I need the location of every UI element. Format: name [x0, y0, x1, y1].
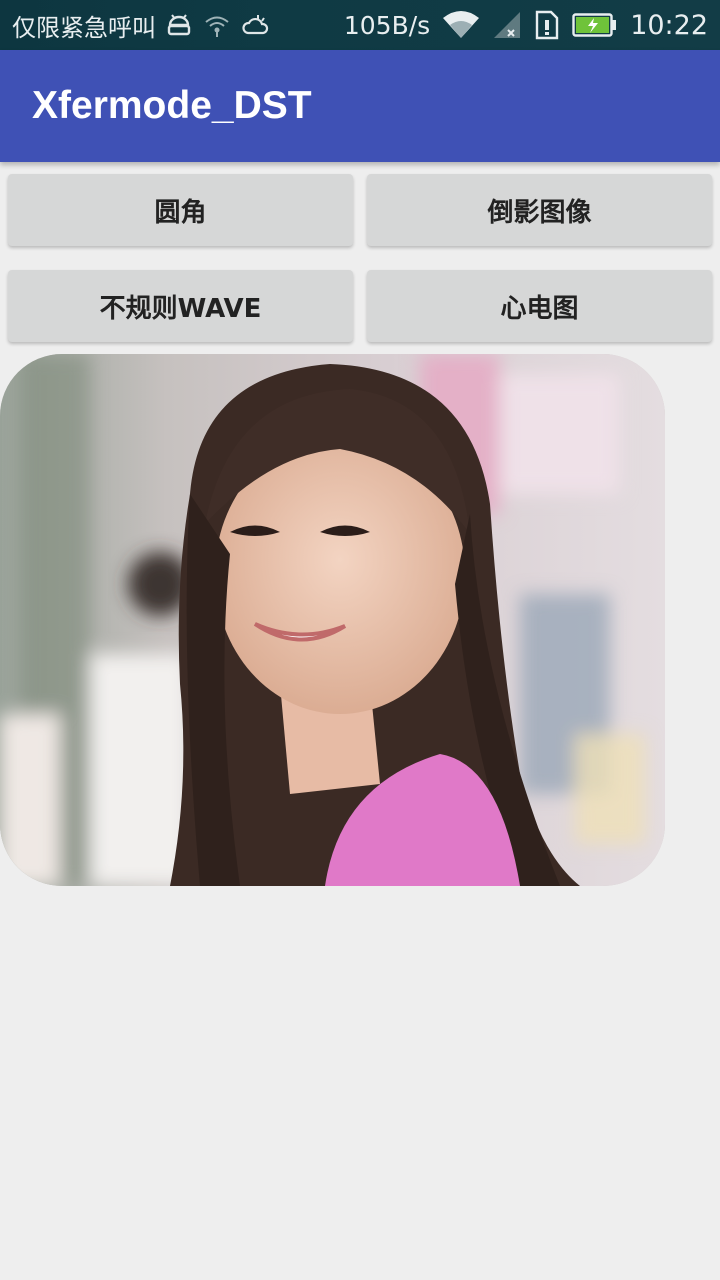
- rounded-corner-button[interactable]: 圆角: [8, 174, 353, 246]
- weather-icon: [242, 13, 270, 37]
- battery-charging-icon: [572, 12, 618, 38]
- carrier-text: 仅限紧急呼叫: [12, 13, 156, 42]
- signal-icon: [492, 10, 522, 40]
- sim-alert-icon: [534, 10, 560, 40]
- app-title: Xfermode_DST: [32, 84, 312, 127]
- wifi-hotspot-icon: [204, 13, 230, 37]
- android-debug-icon: [166, 13, 192, 37]
- net-speed: 105B/s: [343, 10, 431, 40]
- wifi-icon: [442, 10, 480, 40]
- irregular-wave-button[interactable]: 不规则WAVE: [8, 270, 353, 342]
- rounded-photo: [0, 354, 665, 886]
- ecg-button[interactable]: 心电图: [367, 270, 712, 342]
- status-bar: 仅限紧急呼叫 105B/s 10:22: [0, 0, 720, 50]
- clock-time: 10:22: [630, 9, 708, 41]
- app-bar: Xfermode_DST: [0, 50, 720, 162]
- reflection-image-button[interactable]: 倒影图像: [367, 174, 712, 246]
